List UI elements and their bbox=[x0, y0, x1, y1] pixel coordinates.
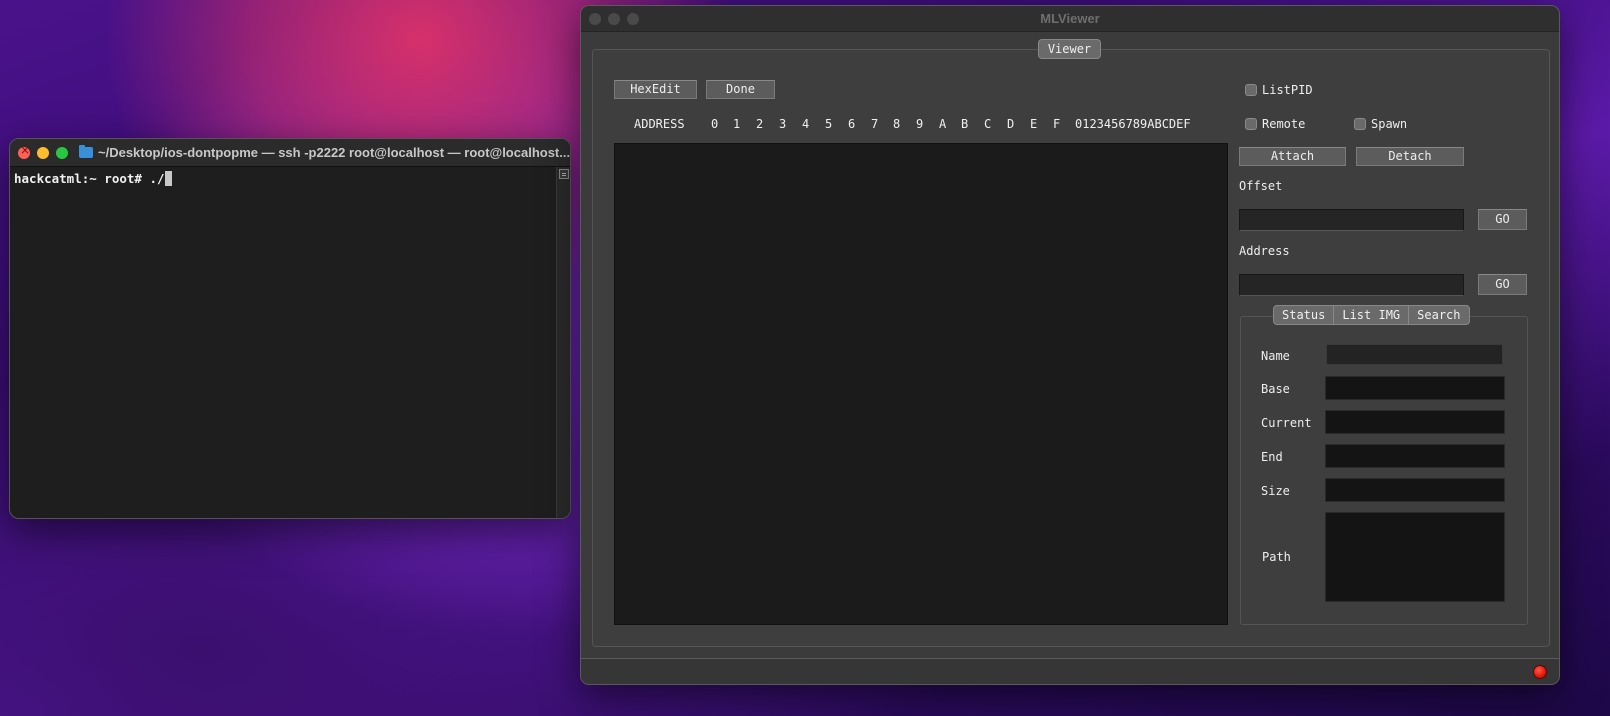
hex-column-header: 2 bbox=[756, 117, 764, 131]
hex-column-header: 1 bbox=[733, 117, 741, 131]
hex-column-header: A bbox=[939, 117, 947, 131]
address-input[interactable] bbox=[1239, 274, 1464, 296]
hex-column-header: 3 bbox=[779, 117, 787, 131]
hex-column-header: 9 bbox=[916, 117, 924, 131]
end-label: End bbox=[1261, 450, 1283, 464]
address-label: Address bbox=[1239, 244, 1290, 258]
hex-column-header: 7 bbox=[871, 117, 879, 131]
address-column-header: ADDRESS bbox=[634, 117, 685, 131]
size-label: Size bbox=[1261, 484, 1290, 498]
mlviewer-titlebar: MLViewer bbox=[581, 6, 1559, 32]
tab-search[interactable]: Search bbox=[1409, 306, 1468, 324]
zoom-button[interactable] bbox=[56, 146, 68, 159]
text-cursor bbox=[164, 171, 172, 186]
scroll-marker-icon[interactable] bbox=[559, 169, 569, 179]
checkbox-icon[interactable] bbox=[1245, 84, 1257, 96]
hex-column-header: D bbox=[1007, 117, 1015, 131]
hex-column-header: 8 bbox=[893, 117, 901, 131]
mlviewer-window: MLViewer Viewer HexEdit Done ADDRESS 012… bbox=[580, 5, 1560, 685]
attach-button[interactable]: Attach bbox=[1239, 147, 1346, 166]
listpid-checkbox[interactable]: ListPID bbox=[1245, 83, 1313, 97]
base-label: Base bbox=[1261, 382, 1290, 396]
spawn-label: Spawn bbox=[1371, 117, 1408, 131]
size-field[interactable] bbox=[1325, 478, 1505, 502]
terminal-title: ~/Desktop/ios-dontpopme — ssh -p2222 roo… bbox=[98, 145, 571, 160]
remote-checkbox[interactable]: Remote bbox=[1245, 117, 1305, 131]
info-tabs: Status List IMG Search bbox=[1273, 305, 1470, 325]
ascii-column-header: 0123456789ABCDEF bbox=[1075, 117, 1191, 131]
close-button[interactable] bbox=[18, 143, 30, 159]
status-bar bbox=[581, 658, 1559, 684]
hex-column-header: 4 bbox=[802, 117, 810, 131]
base-field[interactable] bbox=[1325, 376, 1505, 400]
current-label: Current bbox=[1261, 416, 1312, 430]
spawn-checkbox[interactable]: Spawn bbox=[1354, 117, 1407, 131]
terminal-window: ~/Desktop/ios-dontpopme — ssh -p2222 roo… bbox=[9, 138, 571, 519]
checkbox-icon[interactable] bbox=[1354, 118, 1366, 130]
hex-column-header: 0 bbox=[711, 117, 719, 131]
minimize-button[interactable] bbox=[37, 146, 49, 159]
hex-column-header: C bbox=[984, 117, 992, 131]
hex-column-header: F bbox=[1053, 117, 1061, 131]
end-field[interactable] bbox=[1325, 444, 1505, 468]
window-title: MLViewer bbox=[1040, 11, 1100, 26]
hex-column-header: 5 bbox=[825, 117, 833, 131]
terminal-prompt: hackcatml:~ root# ./ bbox=[14, 171, 165, 186]
go-offset-button[interactable]: GO bbox=[1478, 209, 1527, 230]
status-indicator-icon bbox=[1533, 665, 1547, 679]
detach-button[interactable]: Detach bbox=[1356, 147, 1464, 166]
name-field[interactable] bbox=[1326, 344, 1503, 365]
offset-label: Offset bbox=[1239, 179, 1283, 193]
hex-column-header: B bbox=[961, 117, 969, 131]
done-button[interactable]: Done bbox=[706, 80, 775, 99]
hex-column-header: E bbox=[1030, 117, 1038, 131]
terminal-titlebar: ~/Desktop/ios-dontpopme — ssh -p2222 roo… bbox=[10, 139, 570, 167]
tab-status[interactable]: Status bbox=[1274, 306, 1335, 324]
close-button[interactable] bbox=[589, 12, 601, 25]
tab-viewer[interactable]: Viewer bbox=[1038, 39, 1101, 59]
listpid-label: ListPID bbox=[1262, 83, 1313, 97]
name-label: Name bbox=[1261, 349, 1290, 363]
path-field[interactable] bbox=[1325, 512, 1505, 602]
hex-column-header: 6 bbox=[848, 117, 856, 131]
checkbox-icon[interactable] bbox=[1245, 118, 1257, 130]
tab-list-img[interactable]: List IMG bbox=[1334, 306, 1410, 324]
minimize-button[interactable] bbox=[608, 12, 620, 25]
zoom-button[interactable] bbox=[627, 12, 639, 25]
offset-input[interactable] bbox=[1239, 209, 1464, 231]
folder-icon bbox=[79, 145, 93, 158]
terminal-scrollbar[interactable] bbox=[556, 167, 570, 518]
hexedit-button[interactable]: HexEdit bbox=[614, 80, 697, 99]
path-label: Path bbox=[1262, 550, 1291, 564]
hex-dump-area[interactable] bbox=[614, 143, 1228, 625]
go-address-button[interactable]: GO bbox=[1478, 274, 1527, 295]
terminal-content[interactable]: hackcatml:~ root# ./ bbox=[10, 167, 556, 518]
current-field[interactable] bbox=[1325, 410, 1505, 434]
remote-label: Remote bbox=[1262, 117, 1306, 131]
